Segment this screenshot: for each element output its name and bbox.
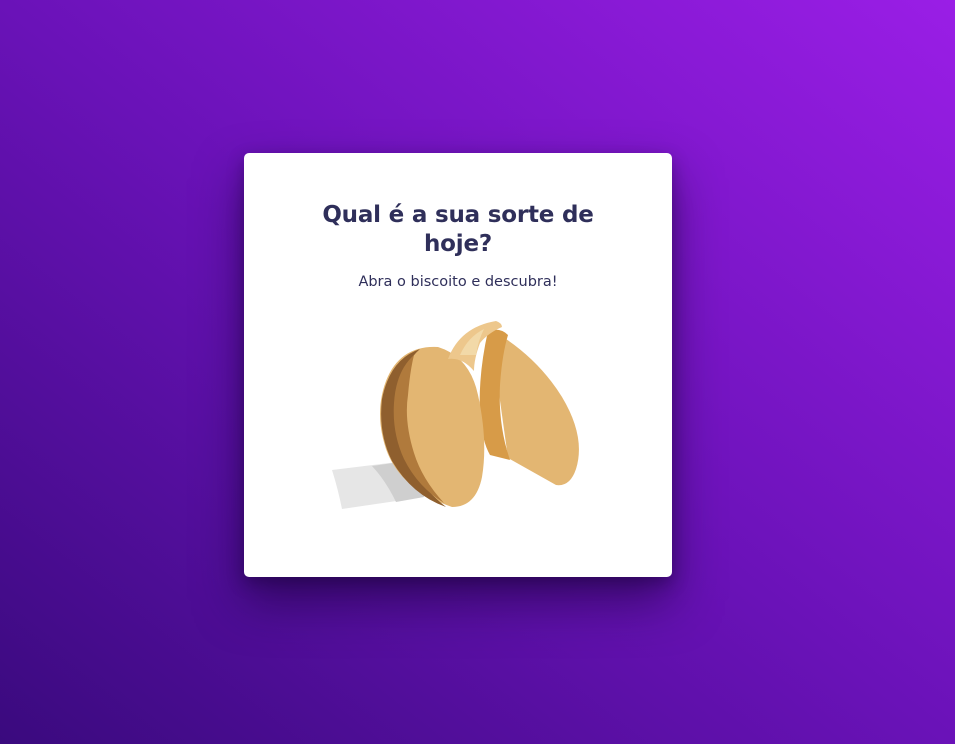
fortune-cookie-button[interactable]: [328, 315, 588, 515]
fortune-card: Qual é a sua sorte de hoje? Abra o bisco…: [244, 153, 672, 577]
page-subtitle: Abra o biscoito e descubra!: [358, 274, 558, 290]
fortune-cookie-icon: [332, 321, 579, 509]
page-title: Qual é a sua sorte de hoje?: [322, 202, 594, 257]
